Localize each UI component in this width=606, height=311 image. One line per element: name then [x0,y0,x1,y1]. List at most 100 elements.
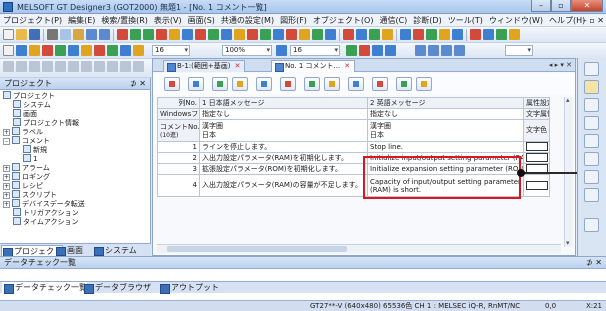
transfer-icon[interactable] [221,29,232,40]
off-icon[interactable] [359,45,370,56]
device-icon[interactable] [260,29,271,40]
comment-import-icon[interactable] [280,77,296,91]
new-icon[interactable] [3,29,14,40]
align-center-icon[interactable] [16,61,27,72]
menu-communication[interactable]: 通信(C) [376,14,410,27]
menu-edit[interactable]: 編集(E) [65,14,98,27]
font-size-select[interactable]: 16 [152,45,190,56]
time-icon[interactable] [247,29,258,40]
font-col1[interactable]: 指定なし [199,108,368,120]
screen-icon[interactable] [117,29,128,40]
flip-icon[interactable] [94,61,105,72]
open-icon[interactable] [16,29,27,40]
charset-col2[interactable]: 漢字圏 日本 [367,119,524,142]
script-icon[interactable] [208,29,219,40]
grid-size-select[interactable]: 16 [290,45,340,56]
display-icon[interactable] [439,29,450,40]
horizontal-scrollbar[interactable] [157,244,561,253]
text-dock-icon[interactable] [584,218,599,232]
scroll-thumb[interactable] [167,246,347,252]
replace-icon[interactable] [496,29,507,40]
zoom-icon[interactable] [470,29,481,40]
align-top-icon[interactable] [42,61,53,72]
window-icon[interactable] [130,29,141,40]
zoom-in-icon[interactable] [276,45,287,56]
align-icon[interactable] [120,45,131,56]
expand-icon[interactable]: + [3,183,10,190]
comment-export-icon[interactable] [304,77,320,91]
category-dock-icon[interactable] [584,116,599,130]
overlap-icon[interactable] [143,29,154,40]
jp-message-cell[interactable]: ラインを停止します。 [199,141,368,153]
comment-search-icon[interactable] [324,77,340,91]
jp-message-cell[interactable]: 拡張設定パラメータ(ROM)を初期化します。 [199,163,368,175]
screen-image-dock-icon[interactable] [584,152,599,166]
property-dock-icon[interactable] [584,80,599,94]
text-icon[interactable] [29,45,40,56]
align-bottom-icon[interactable] [68,61,79,72]
find-icon[interactable] [483,29,494,40]
tab-base-screen[interactable]: B-1:(範囲+基画) ✕ [163,60,246,72]
redo-icon[interactable] [99,29,110,40]
polyline-icon[interactable] [68,45,79,56]
tab-data-check-list[interactable]: データチェック一覧 [2,282,87,294]
align-right-icon[interactable] [29,61,40,72]
list-icon[interactable] [509,29,520,40]
minimize-button[interactable]: – [531,0,551,12]
rectangle-icon[interactable] [42,45,53,56]
attr-box[interactable] [526,153,548,163]
library-icon[interactable] [273,29,284,40]
expand-icon[interactable]: + [3,165,10,172]
write-icon[interactable] [312,29,323,40]
monitor-icon[interactable] [356,29,367,40]
back-icon[interactable] [120,61,131,72]
tree-item-time-action[interactable]: タイムアクション [13,217,79,227]
page-select[interactable] [505,45,533,56]
en-message-cell[interactable]: Stop line. [367,141,524,153]
logging-icon[interactable] [182,29,193,40]
comment-column-icon[interactable] [256,77,272,91]
attr-cell[interactable] [523,174,550,197]
paint-icon[interactable] [81,45,92,56]
tab-comment-list[interactable]: No. 1 コメント... ✕ [271,60,356,72]
tab-screen[interactable]: 画面 [55,245,83,256]
tab-data-browser[interactable]: データブラウザ [82,282,151,294]
circle-icon[interactable] [55,45,66,56]
layer-dock-icon[interactable] [584,170,599,184]
close-icon[interactable]: ✕ [234,62,240,70]
simulator-icon[interactable] [299,29,310,40]
front-icon[interactable] [107,61,118,72]
attr-box[interactable] [526,180,548,190]
recipe-icon[interactable] [195,29,206,40]
window-split-icon[interactable] [454,45,465,56]
expand-icon[interactable]: + [3,192,10,199]
copy-icon[interactable] [60,29,71,40]
data-view-dock-icon[interactable] [584,98,599,112]
jp-message-cell[interactable]: 入出力設定パラメータ(RAM)を初期化します。 [199,152,368,164]
arc-icon[interactable] [94,45,105,56]
paste-icon[interactable] [73,29,84,40]
search-dock-icon[interactable] [584,134,599,148]
comment-font-icon[interactable] [396,77,412,91]
menu-object[interactable]: オブジェクト(O) [310,14,377,27]
zoom-select[interactable]: 100% [222,45,272,56]
menu-tools[interactable]: ツール(T) [445,14,486,27]
rotate-icon[interactable] [81,61,92,72]
close-button[interactable]: ✕ [571,0,603,12]
menu-figure[interactable]: 図形(F) [277,14,310,27]
menu-screen[interactable]: 画面(S) [185,14,218,27]
restore-button[interactable]: ▫ [551,0,571,12]
preview-icon[interactable] [426,29,437,40]
window-dock-icon[interactable] [584,188,599,202]
pane-pin-close[interactable]: ⊅ ✕ [586,257,602,269]
comment-delete-icon[interactable] [212,77,228,91]
jp-message-cell[interactable]: 入出力設定パラメータ(RAM)の容量が不足します。 [199,174,368,197]
tab-output[interactable]: アウトプット [158,282,219,294]
attr-cell[interactable] [523,152,550,164]
collapse-icon[interactable]: – [3,138,10,145]
library-dock-icon[interactable] [584,62,599,76]
menu-search-replace[interactable]: 検索/置換(R) [98,14,151,27]
comment-copy-icon[interactable] [232,77,248,91]
arrow-left-icon[interactable] [372,45,383,56]
undo-icon[interactable] [86,29,97,40]
